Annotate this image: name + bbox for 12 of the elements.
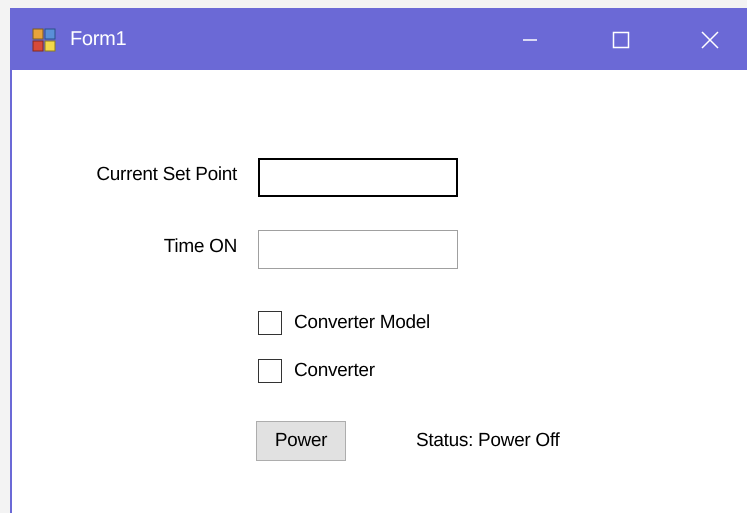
- checkbox-label[interactable]: Converter: [294, 360, 375, 382]
- checkbox[interactable]: [258, 311, 282, 335]
- text-field[interactable]: [258, 158, 458, 197]
- status-text: Status: Power Off: [416, 430, 560, 452]
- checkbox-label[interactable]: Converter Model: [294, 312, 430, 334]
- window-title: Form1: [70, 28, 126, 51]
- power-button[interactable]: Power: [256, 421, 346, 461]
- checkbox[interactable]: [258, 359, 282, 383]
- field-label: Current Set Point: [96, 163, 237, 187]
- field-label: Time ON: [164, 235, 237, 259]
- text-field[interactable]: [258, 230, 458, 269]
- app-icon: [32, 28, 56, 52]
